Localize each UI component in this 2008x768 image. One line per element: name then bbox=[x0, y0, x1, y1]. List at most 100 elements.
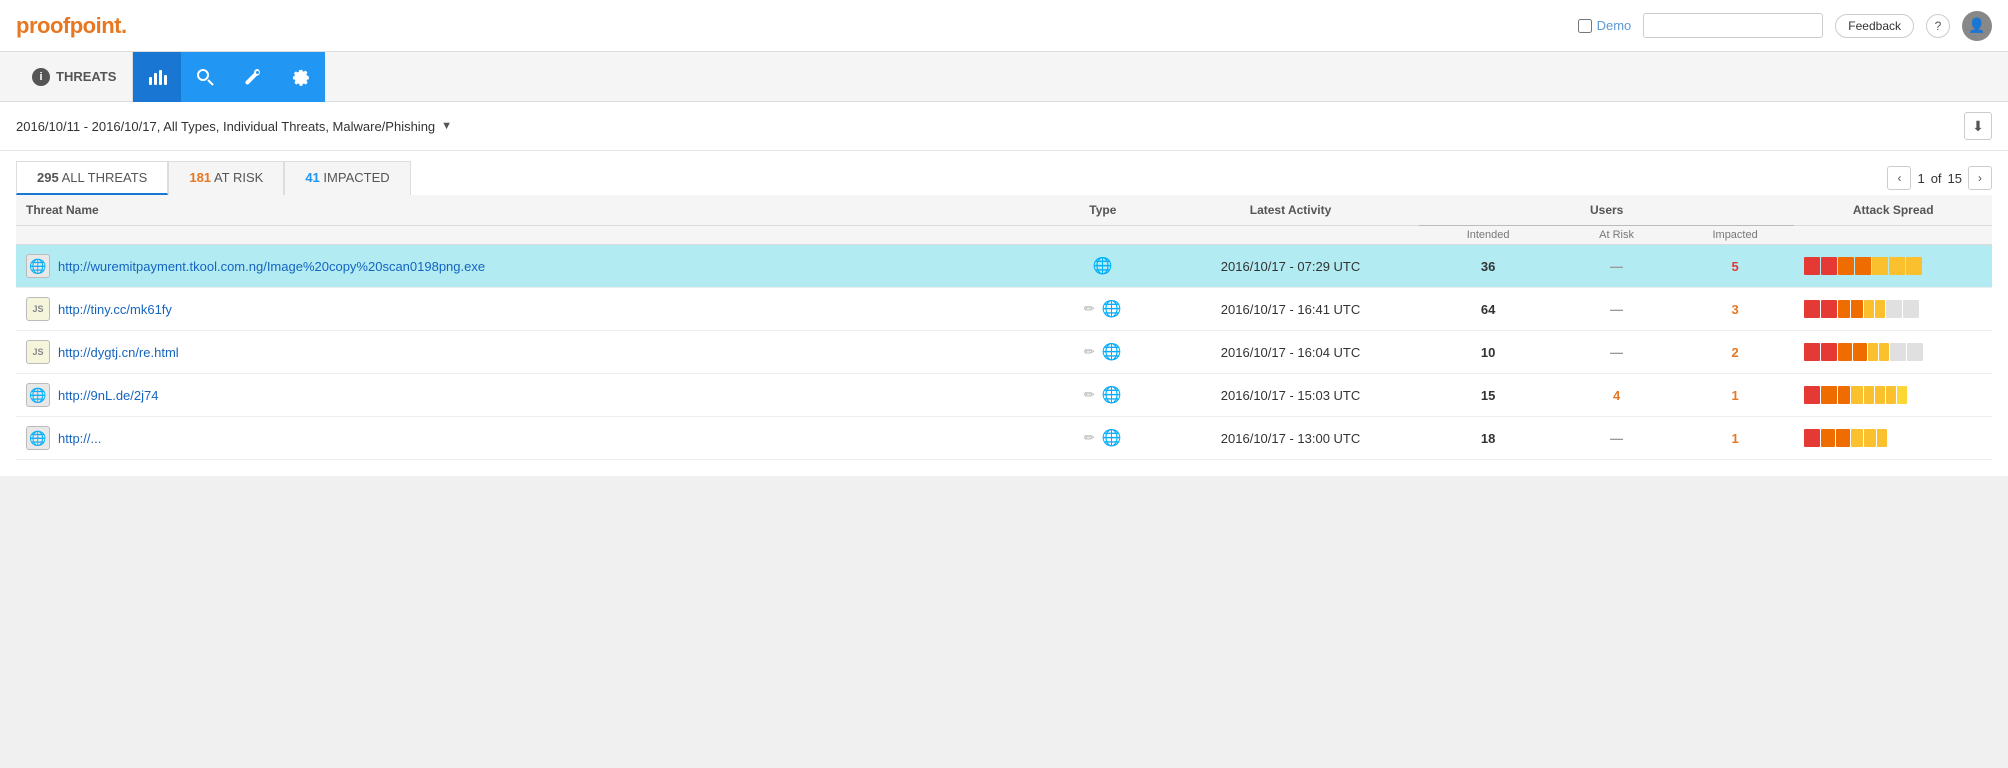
tab-all-threats[interactable]: 295 ALL THREATS bbox=[16, 161, 168, 195]
type-cell: ✏🌐 bbox=[1044, 374, 1163, 417]
col-intended: Intended bbox=[1419, 226, 1557, 245]
impacted-count: 41 bbox=[305, 170, 319, 185]
page-of-label: of bbox=[1931, 171, 1942, 186]
all-threats-count: 295 bbox=[37, 170, 59, 185]
globe-icon: 🌐 bbox=[1102, 299, 1122, 319]
type-cell: ✏🌐 bbox=[1044, 331, 1163, 374]
demo-checkbox-label[interactable]: Demo bbox=[1578, 18, 1632, 33]
threat-name-cell: 🌐 http://9nL.de/2j74 bbox=[16, 374, 1044, 417]
at-risk-cell: — bbox=[1557, 245, 1676, 288]
table-row[interactable]: 🌐 http://wuremitpayment.tkool.com.ng/Imag… bbox=[16, 245, 1992, 288]
table-row[interactable]: JShttp://tiny.cc/mk61fy✏🌐2016/10/17 - 16… bbox=[16, 288, 1992, 331]
activity-cell: 2016/10/17 - 07:29 UTC bbox=[1162, 245, 1419, 288]
demo-checkbox-input[interactable] bbox=[1578, 19, 1592, 33]
next-page-button[interactable]: › bbox=[1968, 166, 1992, 190]
at-risk-cell: — bbox=[1557, 417, 1676, 460]
threat-name-link[interactable]: http://... bbox=[58, 431, 101, 446]
table-row[interactable]: 🌐http://...✏🌐2016/10/17 - 13:00 UTC18—1 bbox=[16, 417, 1992, 460]
chart-icon bbox=[147, 67, 167, 87]
search-icon bbox=[195, 67, 215, 87]
attack-spread-bar bbox=[1804, 386, 1924, 404]
page-total: 15 bbox=[1948, 171, 1962, 186]
header-search-input[interactable] bbox=[1643, 13, 1823, 38]
user-avatar[interactable]: 👤 bbox=[1962, 11, 1992, 41]
intended-cell: 18 bbox=[1419, 417, 1557, 460]
globe-icon: 🌐 bbox=[1102, 428, 1122, 448]
threat-type-icon: 🌐 bbox=[26, 383, 50, 407]
intended-cell: 15 bbox=[1419, 374, 1557, 417]
intended-cell: 36 bbox=[1419, 245, 1557, 288]
globe-icon: 🌐 bbox=[1093, 256, 1113, 276]
nav-search-button[interactable] bbox=[181, 52, 229, 102]
at-risk-count: 181 bbox=[189, 170, 211, 185]
logo-dot: . bbox=[121, 13, 127, 38]
table-body: 🌐 http://wuremitpayment.tkool.com.ng/Imag… bbox=[16, 245, 1992, 460]
feedback-button[interactable]: Feedback bbox=[1835, 14, 1914, 38]
threat-name-link[interactable]: http://tiny.cc/mk61fy bbox=[58, 302, 172, 317]
attack-spread-cell bbox=[1794, 245, 1992, 288]
nav-threats-section[interactable]: i THREATS bbox=[16, 52, 133, 101]
threat-name-link[interactable]: http://dygtj.cn/re.html bbox=[58, 345, 179, 360]
nav-wrench-button[interactable] bbox=[229, 52, 277, 102]
main-content: 295 ALL THREATS 181 AT RISK 41 IMPACTED … bbox=[0, 151, 2008, 476]
attack-spread-bar bbox=[1804, 257, 1924, 275]
pencil-icon: ✏ bbox=[1084, 387, 1095, 403]
tab-impacted[interactable]: 41 IMPACTED bbox=[284, 161, 410, 195]
pencil-icon: ✏ bbox=[1084, 430, 1095, 446]
attack-spread-bar bbox=[1804, 429, 1924, 447]
header: proofpoint. Demo Feedback ? 👤 bbox=[0, 0, 2008, 52]
activity-cell: 2016/10/17 - 16:04 UTC bbox=[1162, 331, 1419, 374]
at-risk-cell: 4 bbox=[1557, 374, 1676, 417]
wrench-icon bbox=[243, 67, 263, 87]
attack-spread-bar bbox=[1804, 343, 1924, 361]
col-latest-activity: Latest Activity bbox=[1162, 195, 1419, 226]
intended-cell: 10 bbox=[1419, 331, 1557, 374]
globe-icon: 🌐 bbox=[1102, 385, 1122, 405]
col-users-group: Users bbox=[1419, 195, 1794, 226]
activity-cell: 2016/10/17 - 16:41 UTC bbox=[1162, 288, 1419, 331]
threats-table: Threat Name Type Latest Activity Users A… bbox=[16, 195, 1992, 460]
globe-icon: 🌐 bbox=[1102, 342, 1122, 362]
threat-name-link[interactable]: http://wuremitpayment.tkool.com.ng/Image… bbox=[58, 259, 485, 274]
nav-chart-button[interactable] bbox=[133, 52, 181, 102]
threat-name-link[interactable]: http://9nL.de/2j74 bbox=[58, 388, 158, 403]
impacted-cell: 2 bbox=[1676, 331, 1795, 374]
threats-label: THREATS bbox=[56, 69, 116, 84]
filter-bar: 2016/10/11 - 2016/10/17, All Types, Indi… bbox=[0, 102, 2008, 151]
threat-type-icon: 🌐 bbox=[26, 254, 50, 278]
table-row[interactable]: 🌐http://9nL.de/2j74✏🌐2016/10/17 - 15:03 … bbox=[16, 374, 1992, 417]
pencil-icon: ✏ bbox=[1084, 344, 1095, 360]
table-row[interactable]: JShttp://dygtj.cn/re.html✏🌐2016/10/17 - … bbox=[16, 331, 1992, 374]
threat-type-icon: JS bbox=[26, 340, 50, 364]
type-cell: 🌐 bbox=[1044, 245, 1163, 288]
all-threats-label: ALL THREATS bbox=[62, 170, 148, 185]
activity-cell: 2016/10/17 - 15:03 UTC bbox=[1162, 374, 1419, 417]
download-button[interactable]: ⬇ bbox=[1964, 112, 1992, 140]
filter-dropdown[interactable]: 2016/10/11 - 2016/10/17, All Types, Indi… bbox=[16, 119, 452, 134]
attack-spread-cell bbox=[1794, 417, 1992, 460]
pagination: ‹ 1 of 15 › bbox=[1887, 166, 1992, 190]
activity-cell: 2016/10/17 - 13:00 UTC bbox=[1162, 417, 1419, 460]
at-risk-cell: — bbox=[1557, 331, 1676, 374]
at-risk-cell: — bbox=[1557, 288, 1676, 331]
impacted-cell: 3 bbox=[1676, 288, 1795, 331]
col-threat-name: Threat Name bbox=[16, 195, 1044, 226]
attack-spread-bar bbox=[1804, 300, 1924, 318]
pencil-icon: ✏ bbox=[1084, 301, 1095, 317]
impacted-cell: 5 bbox=[1676, 245, 1795, 288]
threat-type-icon: 🌐 bbox=[26, 426, 50, 450]
threat-name-cell: 🌐 http://... bbox=[16, 417, 1044, 460]
tab-at-risk[interactable]: 181 AT RISK bbox=[168, 161, 284, 195]
col-attack-spread: Attack Spread bbox=[1794, 195, 1992, 226]
prev-page-button[interactable]: ‹ bbox=[1887, 166, 1911, 190]
type-cell: ✏🌐 bbox=[1044, 288, 1163, 331]
navbar: i THREATS bbox=[0, 52, 2008, 102]
intended-cell: 64 bbox=[1419, 288, 1557, 331]
threats-info-icon: i bbox=[32, 68, 50, 86]
threat-name-cell: JS http://dygtj.cn/re.html bbox=[16, 331, 1044, 374]
col-type: Type bbox=[1044, 195, 1163, 226]
help-button[interactable]: ? bbox=[1926, 14, 1950, 38]
nav-gear-button[interactable] bbox=[277, 52, 325, 102]
impacted-cell: 1 bbox=[1676, 374, 1795, 417]
page-current: 1 bbox=[1917, 171, 1924, 186]
